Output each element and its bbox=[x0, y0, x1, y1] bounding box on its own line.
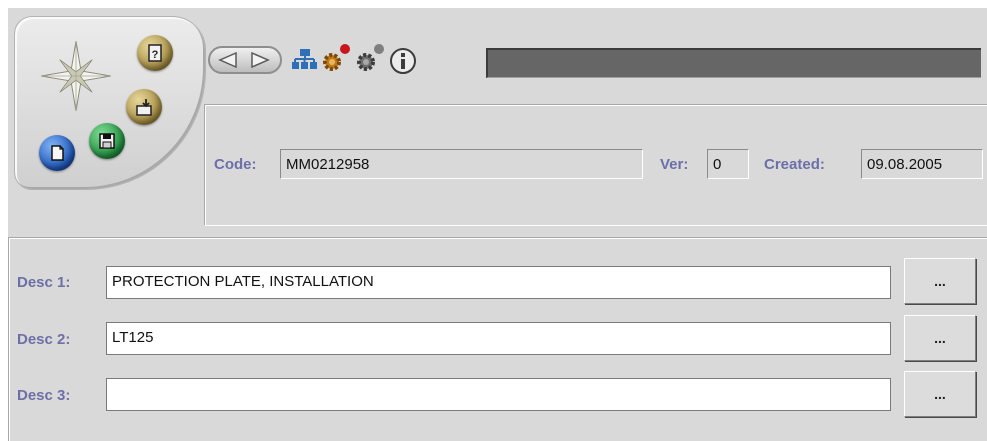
forward-arrow-icon[interactable] bbox=[248, 51, 272, 69]
gear-red-icon[interactable] bbox=[320, 42, 352, 74]
version-field[interactable]: 0 bbox=[707, 149, 749, 179]
back-arrow-icon[interactable] bbox=[216, 51, 240, 69]
desc2-label: Desc 2: bbox=[17, 331, 71, 348]
desc3-input[interactable] bbox=[106, 378, 891, 411]
save-icon bbox=[99, 133, 115, 149]
navigation-pill bbox=[208, 46, 282, 74]
export-icon bbox=[136, 99, 152, 116]
desc3-label: Desc 3: bbox=[17, 387, 71, 404]
desc1-input[interactable]: PROTECTION PLATE, INSTALLATION bbox=[106, 266, 891, 299]
app-window: ? Code: MM0212958 Ver: 0 Created: 09.08.… bbox=[8, 8, 987, 441]
new-document-icon bbox=[51, 145, 64, 161]
desc2-browse-button[interactable]: ... bbox=[904, 315, 976, 361]
status-bar bbox=[486, 48, 981, 78]
toolbar bbox=[198, 38, 981, 78]
help-icon: ? bbox=[148, 44, 162, 62]
created-label: Created: bbox=[764, 156, 825, 173]
desc2-input[interactable]: LT125 bbox=[106, 322, 891, 355]
desc3-browse-button[interactable]: ... bbox=[904, 371, 976, 417]
gear-gray-icon[interactable] bbox=[354, 42, 386, 74]
description-panel: Desc 1: PROTECTION PLATE, INSTALLATION .… bbox=[8, 237, 987, 441]
info-icon[interactable] bbox=[388, 46, 418, 76]
help-button[interactable]: ? bbox=[137, 35, 173, 71]
new-document-button[interactable] bbox=[39, 135, 75, 171]
export-button[interactable] bbox=[126, 89, 162, 125]
desc1-browse-button[interactable]: ... bbox=[904, 258, 976, 304]
compass-star-icon[interactable] bbox=[41, 41, 111, 111]
save-button[interactable] bbox=[89, 123, 125, 159]
header-panel: Code: MM0212958 Ver: 0 Created: 09.08.20… bbox=[204, 104, 987, 226]
code-field[interactable]: MM0212958 bbox=[280, 149, 643, 179]
created-date-field[interactable]: 09.08.2005 bbox=[861, 149, 983, 179]
code-label: Code: bbox=[214, 156, 257, 173]
hierarchy-icon[interactable] bbox=[292, 48, 318, 72]
svg-text:?: ? bbox=[152, 49, 159, 61]
desc1-label: Desc 1: bbox=[17, 274, 71, 291]
control-pod: ? bbox=[14, 16, 206, 190]
version-label: Ver: bbox=[660, 156, 689, 173]
